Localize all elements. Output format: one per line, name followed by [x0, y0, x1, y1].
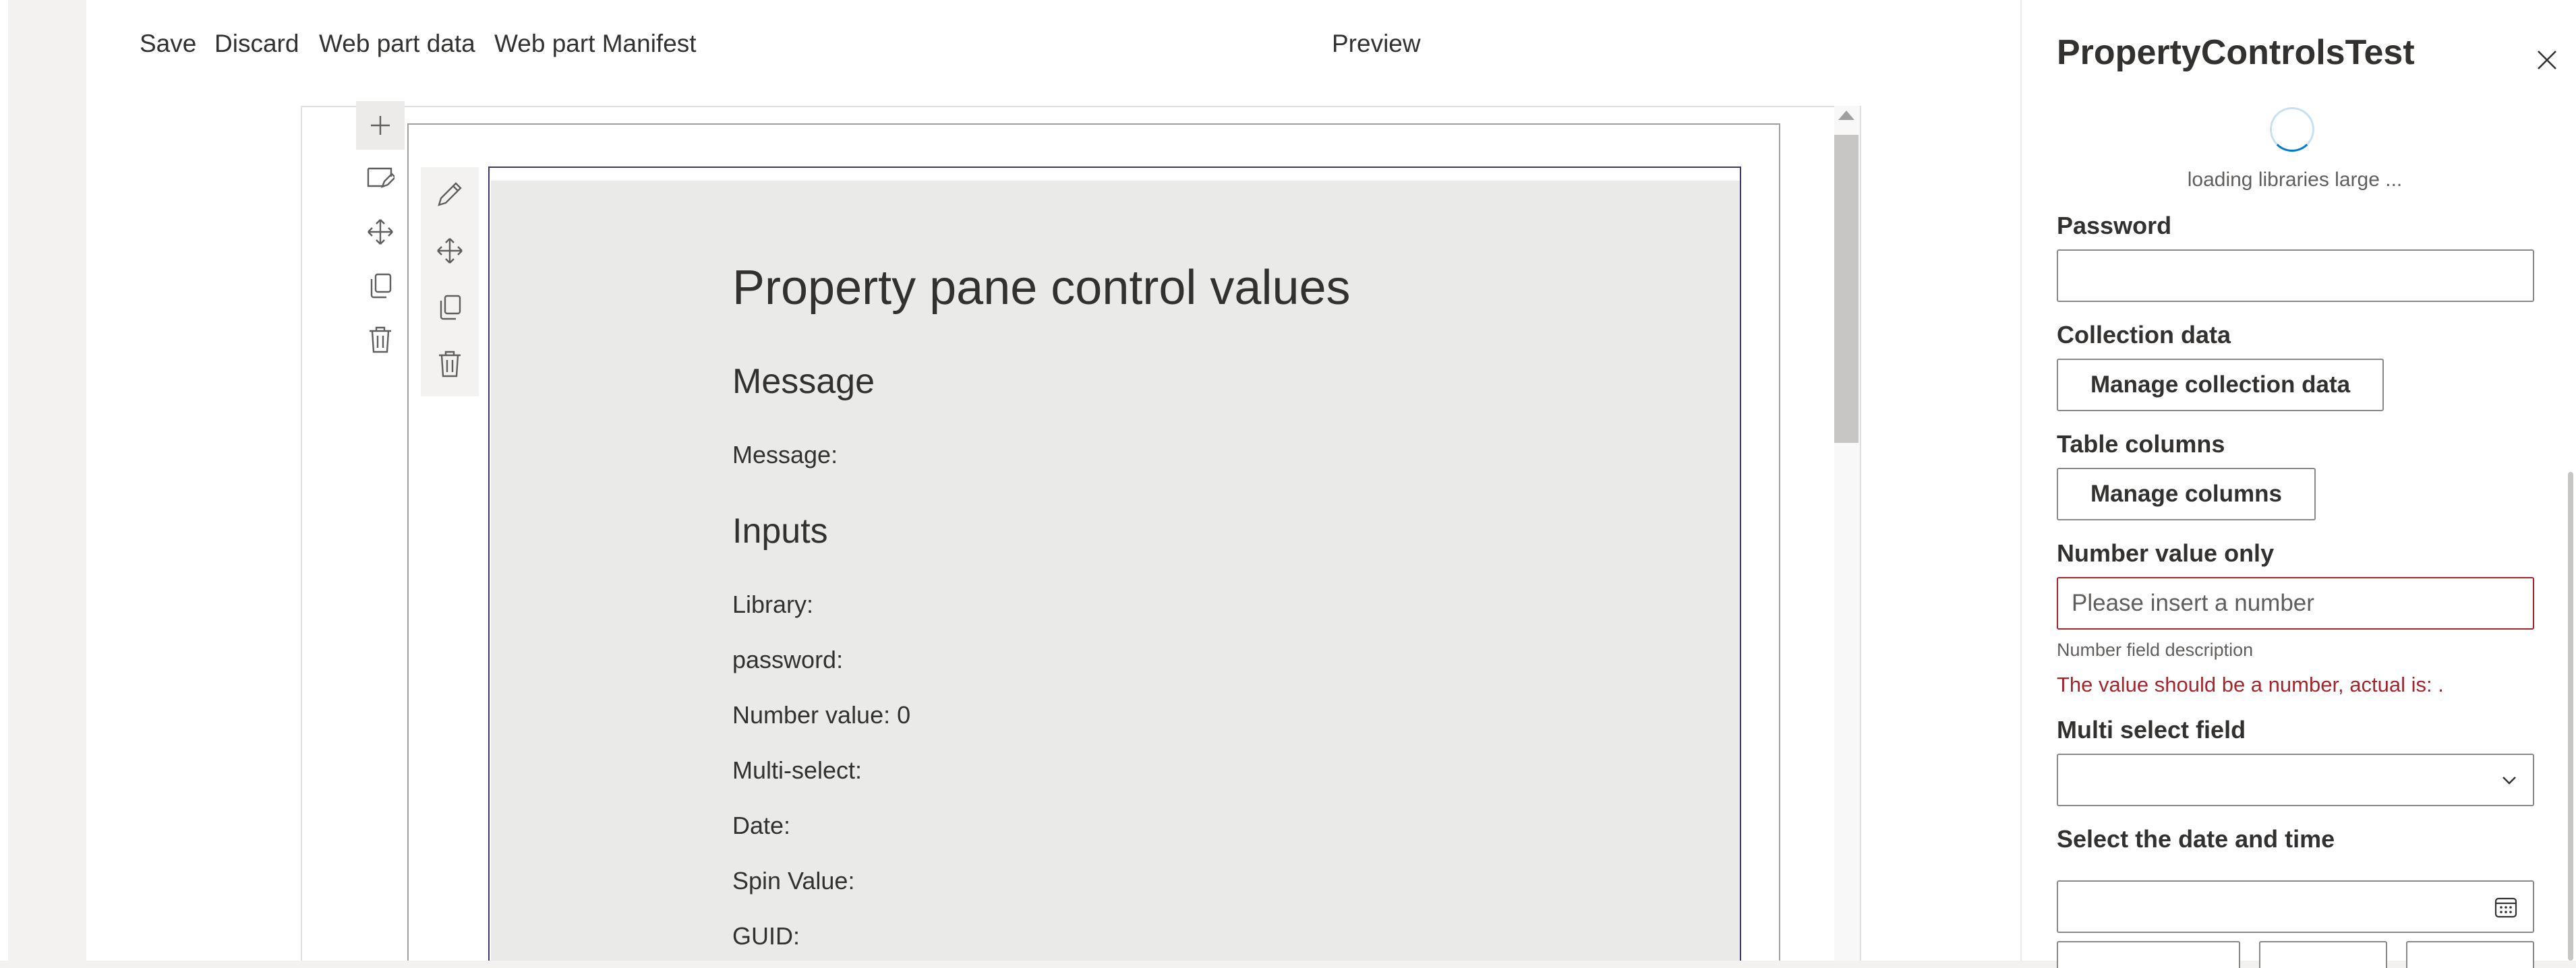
inputs-heading: Inputs	[732, 512, 828, 551]
scroll-up-arrow-icon[interactable]	[1838, 111, 1854, 120]
edit-section-button[interactable]	[356, 154, 405, 202]
left-rail-edge	[0, 0, 8, 961]
pane-scrollbar-thumb[interactable]	[2568, 472, 2573, 961]
duplicate-section-button[interactable]	[356, 262, 405, 310]
move-icon	[437, 238, 463, 264]
discard-button[interactable]: Discard	[214, 27, 299, 61]
value-row-multiselect: Multi-select:	[732, 756, 862, 784]
duplicate-icon	[440, 295, 461, 320]
calendar-icon[interactable]	[2494, 895, 2518, 919]
value-row-spin: Spin Value:	[732, 867, 855, 895]
close-pane-button[interactable]	[2529, 42, 2565, 78]
webpart-toolbar	[421, 167, 479, 396]
table-columns-label: Table columns	[2057, 430, 2225, 458]
number-value-input[interactable]	[2057, 577, 2534, 630]
date-input[interactable]	[2057, 880, 2534, 933]
edit-icon	[438, 182, 462, 206]
time-minute-dropdown[interactable]	[2259, 941, 2387, 968]
multi-select-dropdown[interactable]	[2057, 754, 2534, 806]
webpart-data-button[interactable]: Web part data	[319, 27, 475, 61]
section-toolbar	[356, 101, 405, 357]
password-input[interactable]	[2057, 249, 2534, 302]
webpart-manifest-button[interactable]: Web part Manifest	[494, 27, 697, 61]
manage-columns-button[interactable]: Manage columns	[2057, 468, 2316, 520]
duplicate-icon	[370, 273, 392, 299]
time-hour-dropdown[interactable]	[2057, 941, 2240, 968]
multi-select-label: Multi select field	[2057, 716, 2246, 744]
number-field-description: Number field description	[2057, 640, 2254, 660]
canvas-scrollbar-thumb[interactable]	[1834, 135, 1858, 443]
date-time-label: Select the date and time	[2057, 825, 2335, 853]
password-label: Password	[2057, 212, 2172, 239]
manage-collection-data-button[interactable]: Manage collection data	[2057, 359, 2384, 411]
delete-icon	[370, 326, 391, 353]
loading-spinner	[2270, 107, 2314, 152]
move-icon	[368, 219, 393, 245]
delete-icon	[439, 351, 461, 377]
message-row: Message:	[732, 441, 838, 468]
loading-label: loading libraries large ...	[2187, 169, 2403, 191]
left-rail	[0, 0, 86, 961]
move-section-button[interactable]	[356, 208, 405, 256]
add-icon	[371, 116, 390, 135]
edit-section-icon	[367, 167, 394, 189]
edit-webpart-button[interactable]	[426, 170, 474, 218]
close-icon	[2538, 51, 2556, 69]
preview-button[interactable]: Preview	[1332, 27, 1421, 61]
add-section-button[interactable]	[356, 101, 405, 150]
save-button[interactable]: Save	[140, 27, 196, 61]
delete-section-button[interactable]	[356, 315, 405, 364]
value-row-library: Library:	[732, 591, 814, 618]
value-row-guid: GUID:	[732, 922, 800, 950]
value-row-number: Number value: 0	[732, 701, 911, 729]
delete-webpart-button[interactable]	[426, 340, 474, 388]
value-row-password: password:	[732, 646, 844, 673]
duplicate-webpart-button[interactable]	[426, 283, 474, 332]
move-webpart-button[interactable]	[426, 226, 474, 275]
collection-data-label: Collection data	[2057, 321, 2231, 349]
value-row-date: Date:	[732, 812, 791, 839]
time-second-dropdown[interactable]	[2406, 941, 2534, 968]
webpart-title: Property pane control values	[732, 261, 1351, 315]
message-heading: Message	[732, 362, 875, 401]
chevron-down-icon	[2502, 777, 2516, 785]
number-field-error: The value should be a number, actual is:…	[2057, 673, 2444, 696]
pane-title: PropertyControlsTest	[2057, 33, 2415, 72]
number-value-label: Number value only	[2057, 539, 2275, 567]
